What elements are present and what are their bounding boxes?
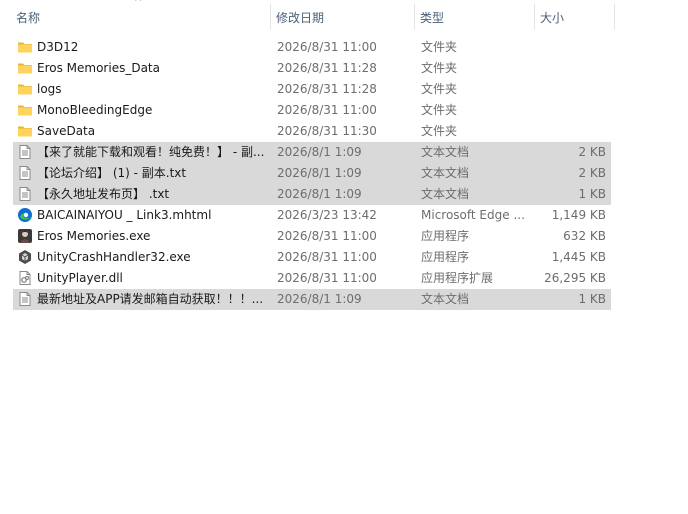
file-row[interactable]: 【论坛介绍】 (1) - 副本.txt 2026/8/1 1:09 文本文档 2 KB xyxy=(13,163,611,184)
file-name: 最新地址及APP请发邮箱自动获取！！！... xyxy=(37,292,264,306)
folder-icon xyxy=(17,102,33,118)
file-row[interactable]: Eros Memories_Data 2026/8/31 11:28 文件夹 xyxy=(13,58,611,79)
dll-file-icon xyxy=(17,270,33,286)
unity-icon xyxy=(17,249,33,265)
file-size xyxy=(533,37,606,58)
column-header-date-modified[interactable]: 修改日期 xyxy=(272,0,413,34)
file-type: 文件夹 xyxy=(421,82,458,96)
file-date-modified: 2026/8/31 11:00 xyxy=(277,271,377,285)
file-size: 26,295 KB xyxy=(544,271,606,285)
file-date-modified: 2026/8/31 11:00 xyxy=(277,229,377,243)
file-row[interactable]: 最新地址及APP请发邮箱自动获取！！！... 2026/8/1 1:09 文本文档 1… xyxy=(13,289,611,310)
file-name: MonoBleedingEdge xyxy=(37,103,153,117)
file-size xyxy=(533,58,606,79)
file-name: Eros Memories.exe xyxy=(37,229,151,243)
game-app-icon xyxy=(17,228,33,244)
file-name: BAICAINAIYOU _ Link3.mhtml xyxy=(37,208,212,222)
file-date-modified: 2026/8/31 11:00 xyxy=(277,250,377,264)
file-explorer-pane: ^ 名称 修改日期 类型 大小 D3D12 2026/8/31 11:00 文件夹 … xyxy=(0,0,688,514)
file-name: SaveData xyxy=(37,124,96,138)
column-divider[interactable] xyxy=(270,4,271,30)
column-header-type[interactable]: 类型 xyxy=(416,0,534,34)
file-date-modified: 2026/8/1 1:09 xyxy=(277,292,362,306)
file-name: 【论坛介绍】 (1) - 副本.txt xyxy=(37,166,187,180)
folder-icon xyxy=(17,60,33,76)
file-name: UnityCrashHandler32.exe xyxy=(37,250,191,264)
column-divider[interactable] xyxy=(534,4,535,30)
file-row[interactable]: UnityPlayer.dll 2026/8/31 11:00 应用程序扩展 26,2… xyxy=(13,268,611,289)
file-row[interactable]: Eros Memories.exe 2026/8/31 11:00 应用程序 632 … xyxy=(13,226,611,247)
file-date-modified: 2026/8/31 11:00 xyxy=(277,103,377,117)
file-row[interactable]: MonoBleedingEdge 2026/8/31 11:00 文件夹 xyxy=(13,100,611,121)
file-size: 2 KB xyxy=(578,145,606,159)
text-document-icon xyxy=(17,165,33,181)
file-date-modified: 2026/8/31 11:30 xyxy=(277,124,377,138)
file-date-modified: 2026/8/31 11:28 xyxy=(277,82,377,96)
file-type: 文本文档 xyxy=(421,145,470,159)
column-header-size[interactable]: 大小 xyxy=(536,0,614,34)
folder-icon xyxy=(17,39,33,55)
folder-icon xyxy=(17,123,33,139)
column-header: ^ 名称 修改日期 类型 大小 xyxy=(0,0,688,34)
file-type: 文件夹 xyxy=(421,40,458,54)
file-date-modified: 2026/8/1 1:09 xyxy=(277,187,362,201)
file-size: 1,445 KB xyxy=(551,250,606,264)
file-name: D3D12 xyxy=(37,40,79,54)
column-header-name[interactable]: 名称 xyxy=(12,0,270,34)
file-row[interactable]: D3D12 2026/8/31 11:00 文件夹 xyxy=(13,37,611,58)
file-size: 1,149 KB xyxy=(551,208,606,222)
file-type: 文件夹 xyxy=(421,124,458,138)
file-size: 1 KB xyxy=(578,292,606,306)
file-size xyxy=(533,100,606,121)
file-type: 文件夹 xyxy=(421,61,458,75)
file-size xyxy=(533,121,606,142)
text-document-icon xyxy=(17,291,33,307)
file-row[interactable]: 【来了就能下载和观看！纯免费！】 - 副... 2026/8/1 1:09 文本文档… xyxy=(13,142,611,163)
file-date-modified: 2026/8/1 1:09 xyxy=(277,145,362,159)
file-date-modified: 2026/3/23 13:42 xyxy=(277,208,377,222)
file-size: 1 KB xyxy=(578,187,606,201)
file-name: UnityPlayer.dll xyxy=(37,271,123,285)
file-row[interactable]: 【永久地址发布页】 .txt 2026/8/1 1:09 文本文档 1 KB xyxy=(13,184,611,205)
file-type: 文本文档 xyxy=(421,292,470,306)
folder-icon xyxy=(17,81,33,97)
file-row[interactable]: UnityCrashHandler32.exe 2026/8/31 11:00 应用… xyxy=(13,247,611,268)
text-document-icon xyxy=(17,186,33,202)
text-document-icon xyxy=(17,144,33,160)
file-name: 【来了就能下载和观看！纯免费！】 - 副... xyxy=(37,145,265,159)
file-type: 应用程序 xyxy=(421,229,470,243)
file-name: Eros Memories_Data xyxy=(37,61,160,75)
file-type: 文件夹 xyxy=(421,103,458,117)
file-type: 文本文档 xyxy=(421,187,470,201)
file-name: logs xyxy=(37,82,62,96)
file-type: 应用程序 xyxy=(421,250,470,264)
file-date-modified: 2026/8/31 11:00 xyxy=(277,40,377,54)
column-divider[interactable] xyxy=(614,4,615,30)
file-name: 【永久地址发布页】 .txt xyxy=(37,187,170,201)
file-type: 文本文档 xyxy=(421,166,470,180)
file-row[interactable]: SaveData 2026/8/31 11:30 文件夹 xyxy=(13,121,611,142)
file-size: 632 KB xyxy=(563,229,606,243)
file-date-modified: 2026/8/1 1:09 xyxy=(277,166,362,180)
file-date-modified: 2026/8/31 11:28 xyxy=(277,61,377,75)
file-row[interactable]: BAICAINAIYOU _ Link3.mhtml 2026/3/23 13:4… xyxy=(13,205,611,226)
file-size xyxy=(533,79,606,100)
column-divider[interactable] xyxy=(414,4,415,30)
file-size: 2 KB xyxy=(578,166,606,180)
file-type: 应用程序扩展 xyxy=(421,271,494,285)
edge-icon xyxy=(17,207,33,223)
file-row[interactable]: logs 2026/8/31 11:28 文件夹 xyxy=(13,79,611,100)
file-type: Microsoft Edge ... xyxy=(421,208,525,222)
